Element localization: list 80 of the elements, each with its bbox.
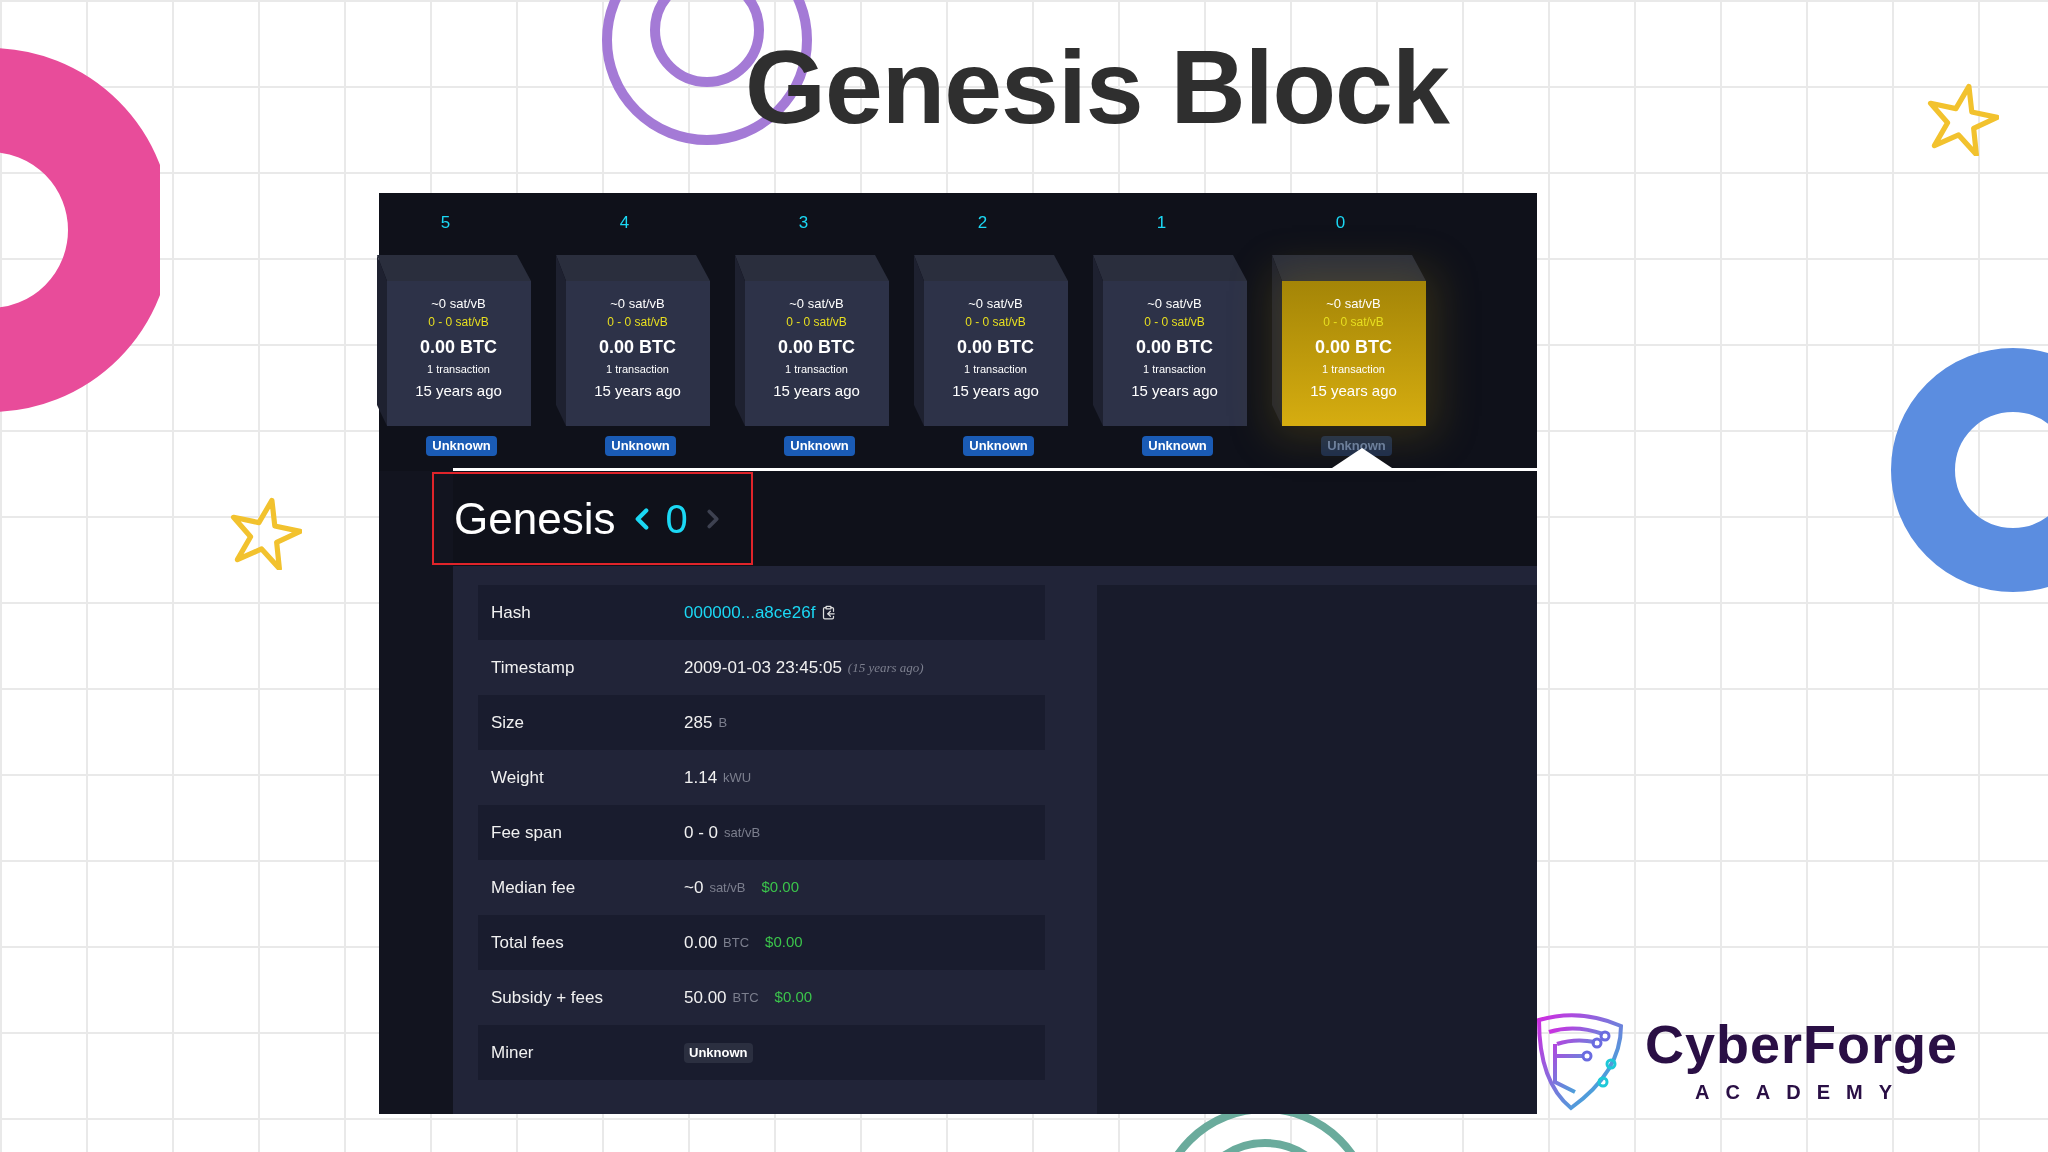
unit-label: sat/vB [709,878,746,897]
detail-label: Median fee [491,876,577,899]
detail-label: Miner [491,1041,535,1064]
detail-label: Timestamp [491,656,576,679]
transaction-count: 1 transaction [606,362,669,377]
detail-label: Fee span [491,821,563,844]
hash-link[interactable]: 000000...a8ce26f [684,599,816,626]
block-height[interactable]: 1 [1156,209,1167,237]
copy-icon[interactable] [821,605,837,620]
detail-label: Subsidy + fees [491,986,604,1009]
miner-badge: Unknown [1142,436,1213,456]
unit-label: sat/vB [724,823,761,842]
fiat-value: $0.00 [774,987,813,1008]
fee-range: 0 - 0 sat/vB [786,314,847,331]
block-cube[interactable]: ~0 sat/vB 0 - 0 sat/vB 0.00 BTC 1 transaction 15 years ago [565,281,710,426]
shield-logo-icon [1535,1012,1625,1112]
transaction-count: 1 transaction [964,362,1027,377]
fee-range: 0 - 0 sat/vB [1323,314,1384,331]
fee-range: 0 - 0 sat/vB [965,314,1026,331]
detail-value: 0 - 0 [684,821,719,844]
miner-badge: Unknown [684,1042,753,1063]
block-height[interactable]: 4 [619,209,630,237]
block-amount: 0.00 BTC [1136,336,1213,359]
detail-value: 50.00 [684,986,727,1009]
detail-label: Hash [491,601,532,624]
unit-label: B [718,713,728,732]
block-height[interactable]: 3 [798,209,809,237]
detail-value: 2009-01-03 23:45:05 [684,656,842,679]
miner-badge: Unknown [1321,436,1392,456]
median-fee: ~0 sat/vB [789,295,844,313]
detail-label: Size [491,711,526,734]
detail-value: ~0 [684,876,704,899]
block-title: Genesis [454,492,616,545]
block-age: 15 years ago [1131,381,1218,401]
block-height[interactable]: 5 [440,209,451,237]
transaction-count: 1 transaction [1322,362,1385,377]
median-fee: ~0 sat/vB [968,295,1023,313]
median-fee: ~0 sat/vB [431,295,486,313]
median-fee: ~0 sat/vB [610,295,665,313]
miner-badge: Unknown [784,436,855,456]
block-amount: 0.00 BTC [778,336,855,359]
fee-range: 0 - 0 sat/vB [1144,314,1205,331]
relative-time: (15 years ago) [847,658,924,677]
fiat-value: $0.00 [765,932,803,953]
transaction-count: 1 transaction [785,362,848,377]
transaction-count: 1 transaction [427,362,490,377]
unit-label: kWU [723,768,752,787]
unit-label: BTC [732,988,759,1007]
median-fee: ~0 sat/vB [1147,295,1202,313]
block-amount: 0.00 BTC [599,336,676,359]
miner-badge: Unknown [605,436,676,456]
median-fee: ~0 sat/vB [1326,295,1381,313]
block-amount: 0.00 BTC [1315,336,1392,359]
block-height: 0 [665,495,688,543]
block-age: 15 years ago [594,381,681,401]
block-age: 15 years ago [415,381,502,401]
detail-value: 1.14 [684,766,718,789]
block-amount: 0.00 BTC [957,336,1034,359]
block-cube[interactable]: ~0 sat/vB 0 - 0 sat/vB 0.00 BTC 1 transaction 15 years ago [744,281,889,426]
detail-value: 285 [684,711,713,734]
miner-badge: Unknown [426,436,497,456]
block-amount: 0.00 BTC [420,336,497,359]
fiat-value: $0.00 [761,877,800,898]
logo-tagline: ACADEMY [1694,1080,1909,1105]
block-cube[interactable]: ~0 sat/vB 0 - 0 sat/vB 0.00 BTC 1 transaction 15 years ago [923,281,1068,426]
block-height[interactable]: 2 [977,209,988,237]
fee-range: 0 - 0 sat/vB [607,314,668,331]
block-cube[interactable]: ~0 sat/vB 0 - 0 sat/vB 0.00 BTC 1 transaction 15 years ago [386,281,531,426]
miner-badge: Unknown [963,436,1034,456]
detail-label: Weight [491,766,545,789]
transaction-count: 1 transaction [1143,362,1206,377]
detail-label: Total fees [491,931,565,954]
detail-value: 0.00 [684,931,718,954]
block-age: 15 years ago [952,381,1039,401]
fee-range: 0 - 0 sat/vB [428,314,489,331]
block-height[interactable]: 0 [1335,209,1346,237]
unit-label: BTC [723,933,750,952]
block-cube[interactable]: ~0 sat/vB 0 - 0 sat/vB 0.00 BTC 1 transaction 15 years ago [1102,281,1247,426]
block-age: 15 years ago [773,381,860,401]
block-age: 15 years ago [1310,381,1397,401]
